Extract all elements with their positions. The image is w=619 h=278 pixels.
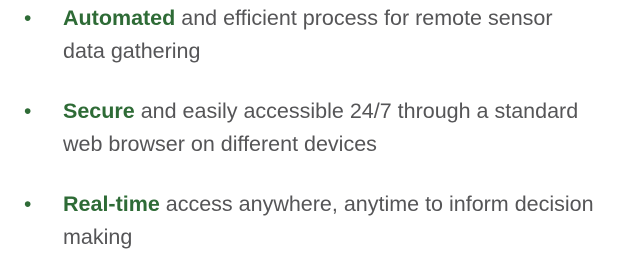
bullet-dot-icon: • xyxy=(24,100,32,123)
bullet-keyword: Secure xyxy=(63,99,135,123)
bullet-item-real-time: • Real-time access anywhere, anytime to … xyxy=(0,188,619,254)
bullet-dot-icon: • xyxy=(24,193,32,216)
bullet-keyword: Real-time xyxy=(63,192,160,216)
bullet-item-secure: • Secure and easily accessible 24/7 thro… xyxy=(0,95,619,161)
bullet-item-automated: • Automated and efficient process for re… xyxy=(0,2,619,68)
bullet-description: and easily accessible 24/7 through a sta… xyxy=(63,99,579,156)
bullet-dot-icon: • xyxy=(24,7,32,30)
feature-bullet-list: • Automated and efficient process for re… xyxy=(0,2,619,254)
bullet-keyword: Automated xyxy=(63,6,176,30)
